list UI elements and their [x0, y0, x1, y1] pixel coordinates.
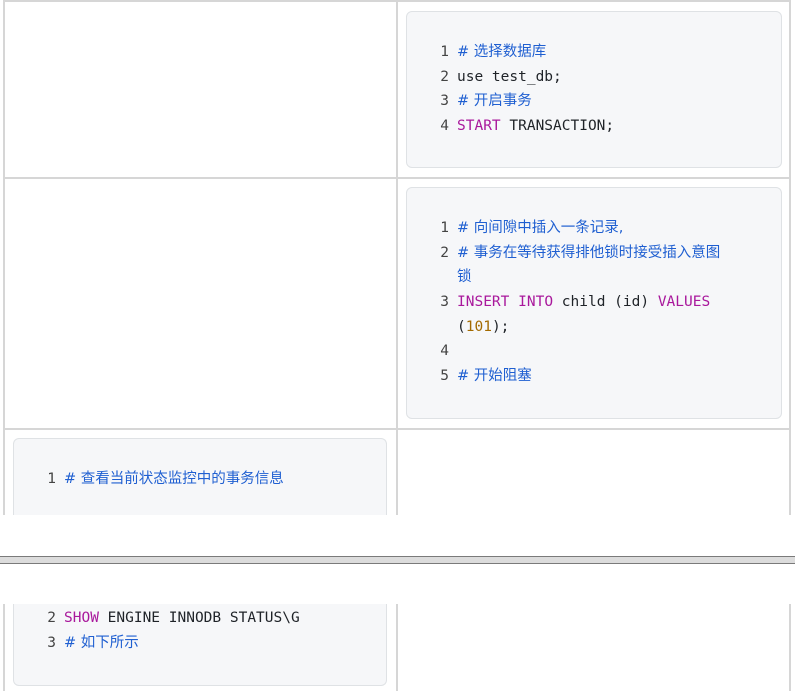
page-break-line-bottom — [0, 563, 795, 564]
code-line: 2 SHOW ENGINE INNODB STATUS\G — [47, 610, 300, 626]
upper-page-clip: 1 # 查看当前状态监控中的事务信息 — [0, 0, 795, 515]
table-border-left-lower — [3, 604, 5, 691]
code-block-show-status-continued: 2 SHOW ENGINE INNODB STATUS\G 3 # 如下所示 — [13, 604, 387, 686]
code-block-show-status: 1 # 查看当前状态监控中的事务信息 — [13, 438, 387, 515]
table-border-middle-lower — [396, 604, 398, 691]
code-line: 1 # 查看当前状态监控中的事务信息 — [47, 471, 284, 487]
code-line: 3 # 如下所示 — [47, 635, 139, 651]
table-border-right-lower — [789, 604, 791, 691]
